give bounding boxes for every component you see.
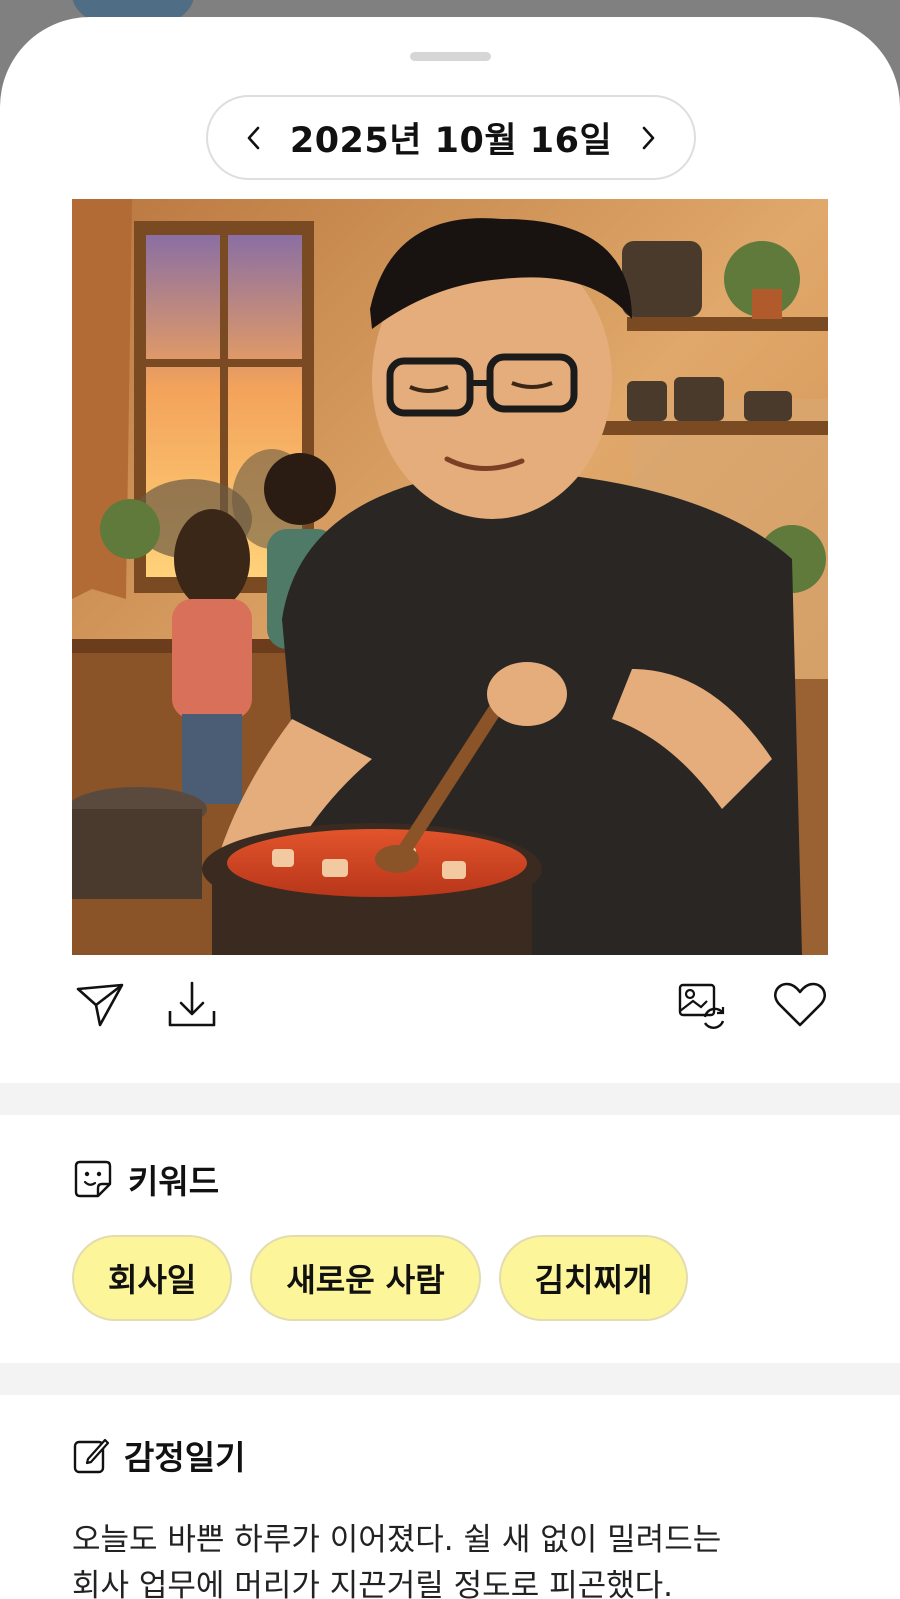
diary-body: 오늘도 바쁜 하루가 이어졌다. 쉴 새 없이 밀려드는 회사 업무에 머리가 … [72, 1517, 832, 1599]
keyword-chip[interactable]: 회사일 [72, 1235, 233, 1321]
heart-icon [774, 982, 826, 1027]
diary-illustration [72, 199, 828, 955]
image-refresh-icon [678, 983, 725, 1029]
regenerate-image-button[interactable] [672, 975, 732, 1035]
sheet-drag-handle[interactable] [410, 52, 491, 61]
chevron-left-icon [247, 126, 260, 149]
next-date-button[interactable] [626, 116, 670, 160]
keyword-chips: 회사일 새로운 사람 김치찌개 [72, 1235, 689, 1321]
prev-date-button[interactable] [232, 116, 276, 160]
image-action-bar [0, 975, 900, 1055]
download-icon [168, 981, 216, 1027]
diary-title: 감정일기 [124, 1438, 246, 1477]
keywords-title: 키워드 [128, 1162, 220, 1201]
diary-line: 회사 업무에 머리가 지끈거릴 정도로 피곤했다. [72, 1568, 674, 1599]
sticker-smile-icon [74, 1160, 112, 1198]
share-button[interactable] [70, 975, 130, 1035]
date-navigator: 2025년 10월 16일 [206, 95, 696, 180]
like-button[interactable] [770, 975, 830, 1035]
diary-bottom-sheet: 2025년 10월 16일 키워드 회사일 새로운 사람 김치찌개 감정일기 오… [0, 17, 900, 1599]
paper-plane-icon [76, 983, 124, 1027]
date-label: 2025년 10월 16일 [289, 121, 613, 161]
chevron-right-icon [642, 126, 655, 149]
edit-note-icon [73, 1438, 110, 1474]
keyword-chip[interactable]: 새로운 사람 [250, 1235, 481, 1321]
diary-line: 오늘도 바쁜 하루가 이어졌다. 쉴 새 없이 밀려드는 [72, 1522, 722, 1558]
keywords-header: 키워드 [72, 1155, 219, 1203]
download-button[interactable] [162, 975, 222, 1035]
section-divider [0, 1083, 900, 1115]
keyword-chip[interactable]: 김치찌개 [498, 1235, 689, 1321]
section-divider [0, 1363, 900, 1395]
diary-header: 감정일기 [72, 1431, 245, 1479]
